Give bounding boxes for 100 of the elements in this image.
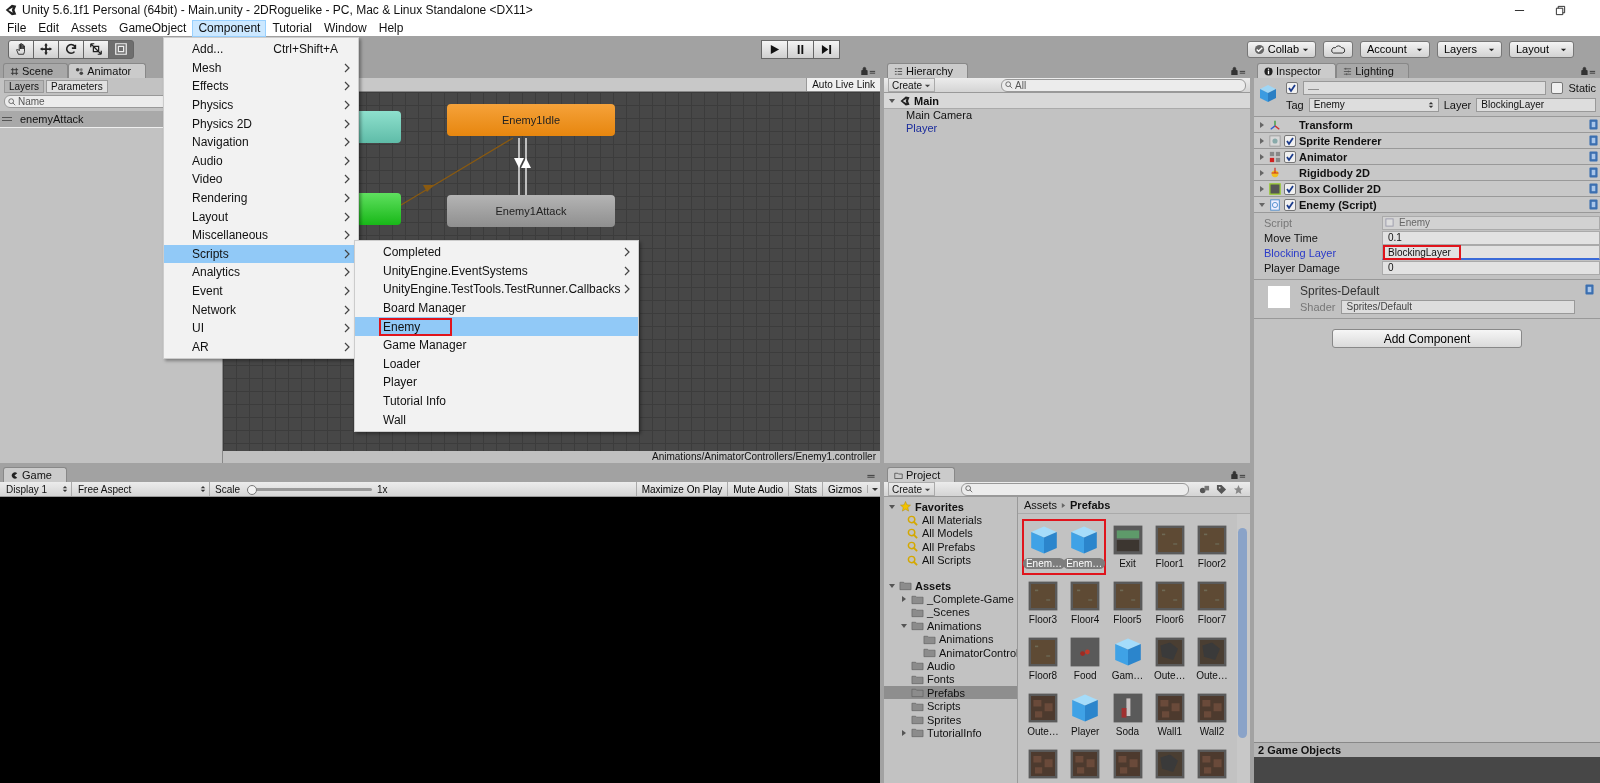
asset-item[interactable]: Oute… <box>1022 687 1064 743</box>
asset-item[interactable]: Player <box>1064 687 1107 743</box>
state-node[interactable]: Enemy1Attack <box>447 195 615 227</box>
hierarchy-item[interactable]: Main Camera <box>884 109 1250 122</box>
panel-tab[interactable]: Lighting <box>1336 63 1409 78</box>
folder-item[interactable]: TutorialInfo <box>884 726 1017 740</box>
help-icon[interactable] <box>1589 119 1598 130</box>
favorite-item[interactable]: All Models <box>884 526 1017 541</box>
menu-item[interactable]: AR <box>164 337 358 357</box>
favorite-item[interactable]: All Prefabs <box>884 540 1017 554</box>
step-button[interactable] <box>813 39 840 59</box>
subtab[interactable]: Layers <box>4 80 44 93</box>
menu-item[interactable]: Window <box>318 19 373 37</box>
folder-item[interactable]: Animations <box>884 632 1017 646</box>
caret-icon[interactable] <box>867 485 880 493</box>
asset-item[interactable]: Gam… <box>1106 631 1149 687</box>
menu-item[interactable]: Add... Ctrl+Shift+A <box>164 40 358 59</box>
toggle-button[interactable]: Maximize On Play <box>635 482 728 496</box>
asset-item[interactable]: Enem… <box>1064 519 1107 575</box>
preview-header[interactable]: 2 Game Objects <box>1254 742 1600 757</box>
folder-item[interactable]: AnimatorControl <box>884 645 1017 660</box>
asset-item[interactable]: Soda <box>1106 687 1149 743</box>
layers-dropdown[interactable]: Layers <box>1437 40 1502 58</box>
breadcrumb-item[interactable]: Assets <box>1024 499 1057 511</box>
menu-item[interactable]: Wall <box>355 410 639 429</box>
subtab[interactable]: Parameters <box>46 80 108 93</box>
display-dropdown[interactable]: Display 1 <box>0 482 72 496</box>
asset-item[interactable]: Floor1 <box>1148 519 1191 575</box>
menu-item[interactable]: Tutorial Info <box>355 391 639 411</box>
rect-tool-button[interactable] <box>108 39 134 59</box>
asset-item[interactable]: Floor2 <box>1191 519 1233 575</box>
create-dropdown[interactable]: Create <box>888 482 935 496</box>
folder-item[interactable]: Prefabs <box>884 686 1017 700</box>
menu-item[interactable]: Mesh <box>164 58 358 78</box>
layout-dropdown[interactable]: Layout <box>1509 40 1574 58</box>
toggle-button[interactable]: Gizmos <box>822 482 867 496</box>
panel-tab[interactable]: Animator <box>68 63 147 78</box>
account-dropdown[interactable]: Account <box>1360 40 1430 58</box>
asset-item[interactable]: Floor4 <box>1064 575 1107 631</box>
play-button[interactable] <box>761 39 788 59</box>
layer-dropdown[interactable]: BlockingLayer <box>1476 98 1596 112</box>
menu-item[interactable]: Game Manager <box>355 335 639 355</box>
scrollbar[interactable] <box>1237 514 1250 783</box>
asset-item[interactable]: Wall1 <box>1148 687 1191 743</box>
pause-button[interactable] <box>787 39 814 59</box>
menu-item[interactable]: Network <box>164 300 358 319</box>
folder-item[interactable]: Fonts <box>884 672 1017 687</box>
value-field[interactable]: 0.1 <box>1382 230 1600 245</box>
help-icon[interactable] <box>1589 135 1598 146</box>
enable-checkbox[interactable] <box>1284 182 1296 195</box>
rotate-tool-button[interactable] <box>58 39 84 59</box>
value-field[interactable]: BlockingLayer <box>1382 245 1600 260</box>
hierarchy-item[interactable]: Player <box>884 122 1250 135</box>
scene-header[interactable]: Main <box>884 93 1250 109</box>
menu-item[interactable]: Effects <box>164 77 358 96</box>
panel-tab[interactable]: Project <box>887 467 956 482</box>
asset-item[interactable]: Oute… <box>1148 631 1191 687</box>
toggle-button[interactable]: Stats <box>788 482 823 496</box>
folder-item[interactable]: Assets <box>884 578 1017 593</box>
panel-tab[interactable]: Scene <box>3 63 69 78</box>
panel-tab[interactable]: Game <box>3 467 67 482</box>
asset-item[interactable]: Wall2 <box>1191 687 1233 743</box>
add-component-button[interactable]: Add Component <box>1332 329 1522 348</box>
help-icon[interactable] <box>1589 167 1598 178</box>
menu-item[interactable]: Tutorial <box>266 19 319 37</box>
asset-item[interactable]: Floor7 <box>1191 575 1233 631</box>
folder-item[interactable]: Sprites <box>884 712 1017 727</box>
help-icon[interactable] <box>1585 284 1594 295</box>
static-checkbox[interactable] <box>1551 82 1564 94</box>
lock-icon[interactable] <box>1230 66 1246 75</box>
lock-icon[interactable] <box>860 66 876 75</box>
folder-item[interactable]: _Scenes <box>884 605 1017 620</box>
asset-item[interactable]: Floor5 <box>1106 575 1149 631</box>
asset-item[interactable]: Oute… <box>1191 631 1233 687</box>
favorite-item[interactable]: All Materials <box>884 513 1017 527</box>
auto-live-link-button[interactable]: Auto Live Link <box>806 78 880 91</box>
value-field[interactable]: 0 <box>1382 260 1600 275</box>
menu-item[interactable]: Loader <box>355 354 639 374</box>
menu-item[interactable]: Assets <box>65 19 114 37</box>
active-checkbox[interactable] <box>1286 82 1298 94</box>
enable-checkbox[interactable] <box>1284 198 1296 211</box>
enable-checkbox[interactable] <box>1284 150 1296 163</box>
menu-item[interactable]: Player <box>355 373 639 392</box>
search-field[interactable] <box>961 482 1189 496</box>
menu-item[interactable]: Layout <box>164 207 358 226</box>
search-field[interactable]: All <box>1001 78 1246 92</box>
menu-item[interactable]: UI <box>164 318 358 338</box>
folder-item[interactable]: Animations <box>884 619 1017 633</box>
name-field[interactable]: — <box>1303 81 1547 95</box>
menu-item[interactable]: UnityEngine.TestTools.TestRunner.Callbacks <box>355 280 639 299</box>
folder-item[interactable]: Audio <box>884 659 1017 673</box>
asset-item[interactable]: Floor8 <box>1022 631 1064 687</box>
component-header[interactable]: Animator <box>1254 149 1600 165</box>
help-icon[interactable] <box>1589 151 1598 162</box>
favorite-item[interactable]: All Scripts <box>884 553 1017 567</box>
menu-item[interactable]: File <box>1 19 33 37</box>
asset-item[interactable]: Floor3 <box>1022 575 1064 631</box>
panel-tab[interactable]: Hierarchy <box>887 63 969 78</box>
enable-checkbox[interactable] <box>1284 134 1296 147</box>
component-header[interactable]: Box Collider 2D <box>1254 181 1600 197</box>
